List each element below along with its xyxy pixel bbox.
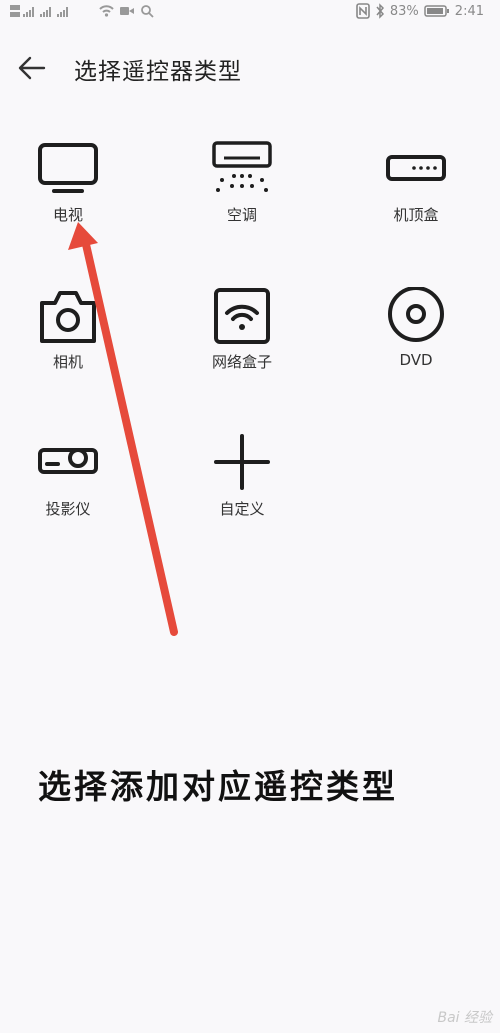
battery-percent: 83% (389, 3, 419, 19)
nfc-icon (356, 3, 370, 19)
network-box-icon (214, 288, 270, 344)
bluetooth-icon (376, 3, 384, 19)
device-label: DVD (399, 351, 433, 369)
device-label: 机顶盒 (393, 206, 439, 224)
air-conditioner-icon (212, 141, 272, 192)
device-tile-custom[interactable]: 自定义 (167, 434, 317, 544)
page-title: 选择遥控器类型 (74, 59, 242, 85)
device-tile-projector[interactable]: 投影仪 (0, 434, 143, 544)
title-bar: 选择遥控器类型 (0, 44, 500, 92)
device-label: 电视 (52, 206, 83, 224)
projector-icon (38, 448, 98, 474)
set-top-box-icon (386, 155, 446, 181)
device-tile-ac[interactable]: 空调 (167, 140, 317, 250)
tv-icon (38, 143, 98, 193)
back-arrow-icon (18, 56, 46, 80)
device-label: 投影仪 (45, 500, 91, 518)
battery-icon (424, 5, 449, 17)
plus-icon (214, 434, 270, 490)
device-label: 网络盒子 (211, 353, 272, 371)
dvd-icon (388, 287, 444, 342)
clock: 2:41 (454, 3, 484, 19)
device-label: 空调 (226, 206, 257, 224)
status-icons-left (8, 2, 158, 20)
annotation-caption: 选择添加对应遥控类型 (38, 767, 398, 806)
device-tile-dvd[interactable]: DVD (341, 287, 491, 397)
back-button[interactable] (14, 50, 50, 86)
status-bar: 83% 2:41 (0, 0, 500, 22)
device-tile-tv[interactable]: 电视 (0, 140, 143, 250)
watermark: Bai 经验 (437, 1010, 492, 1026)
device-tile-camera[interactable]: 相机 (0, 287, 143, 397)
device-label: 自定义 (219, 500, 265, 518)
device-label: 相机 (52, 353, 83, 371)
signal-wifi-icons (10, 5, 154, 18)
camera-icon (40, 291, 96, 343)
status-icons-right: 83% 2:41 (356, 2, 484, 20)
device-tile-network-box[interactable]: 网络盒子 (167, 287, 317, 397)
device-tile-set-top-box[interactable]: 机顶盒 (341, 140, 491, 250)
